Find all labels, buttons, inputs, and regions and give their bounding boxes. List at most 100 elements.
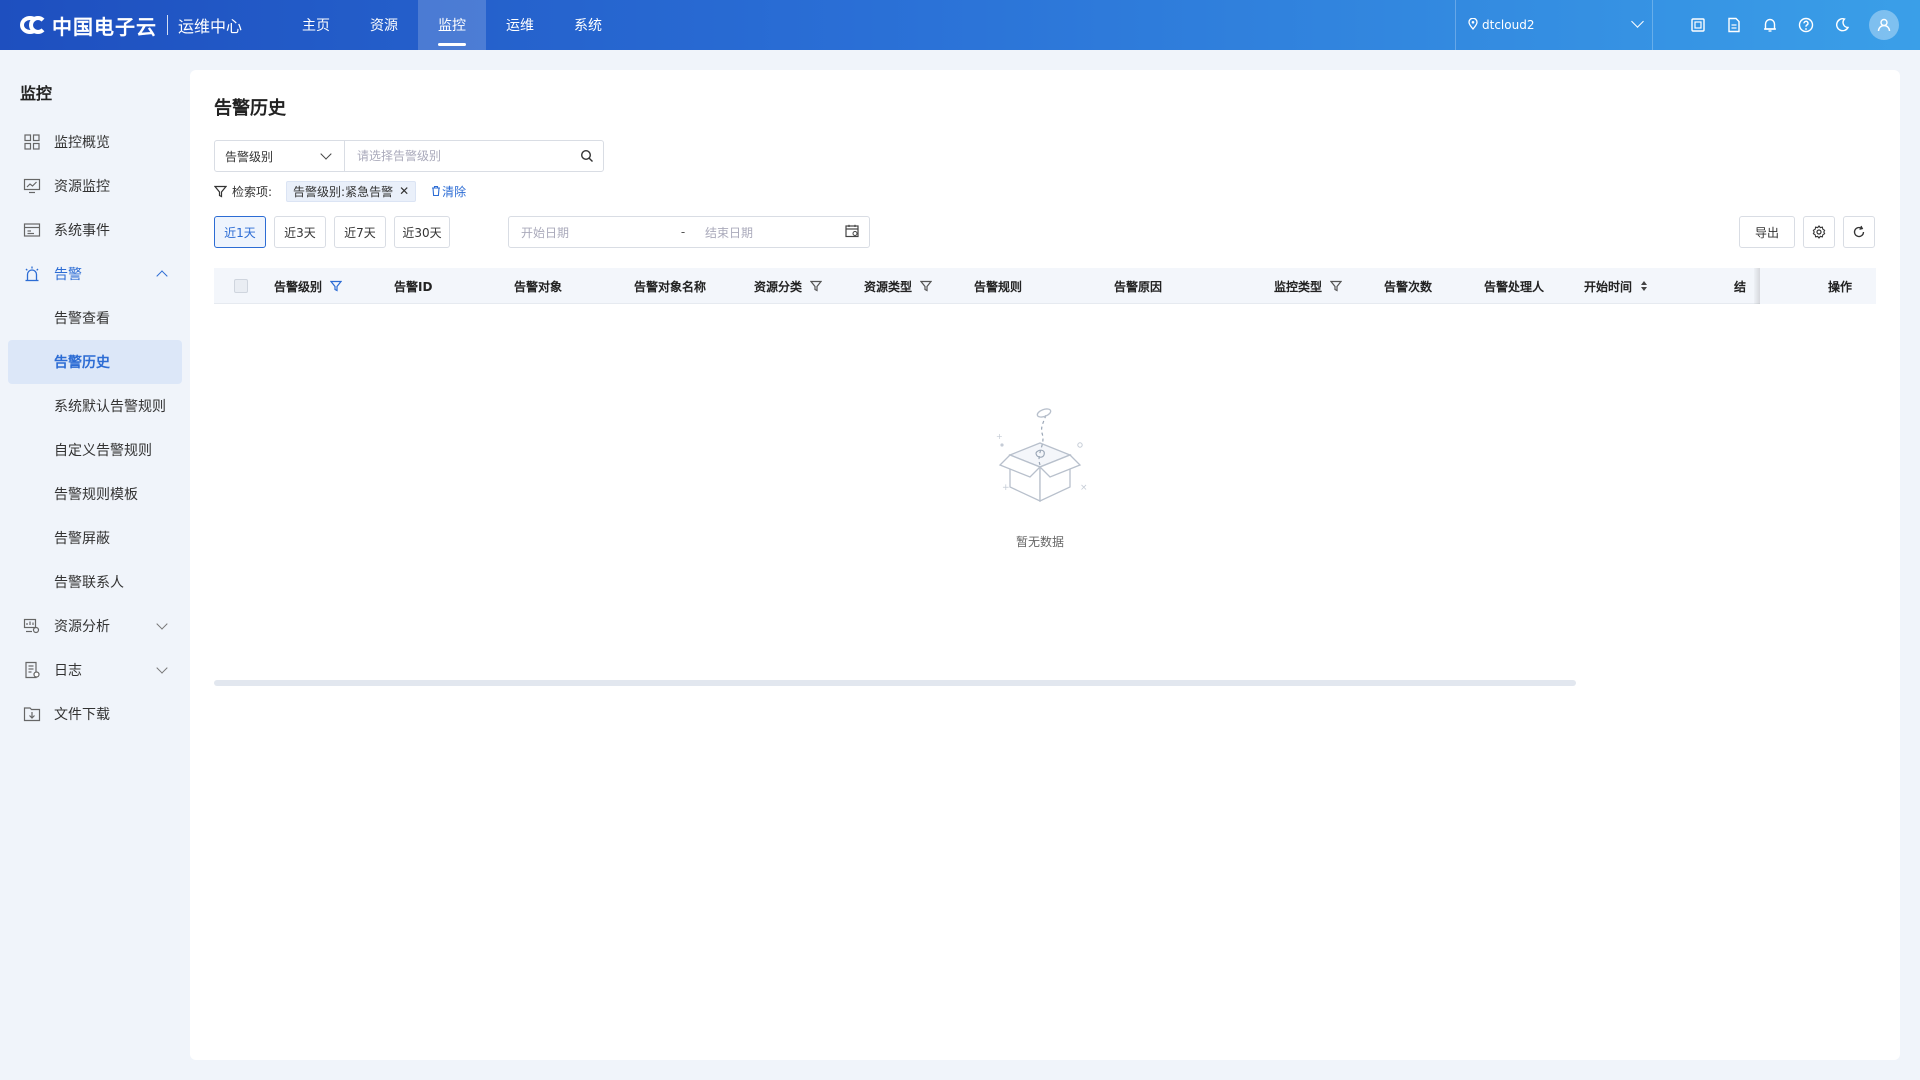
nav-monitor[interactable]: 监控 — [418, 0, 487, 50]
column-label: 资源分类 — [754, 279, 803, 294]
sidebar-item-label: 告警查看 — [54, 311, 110, 327]
bell-icon[interactable] — [1752, 0, 1788, 50]
svg-text:×: × — [1080, 483, 1088, 493]
brand-divider — [167, 15, 168, 35]
chevron-down-icon — [156, 662, 168, 674]
nav-home[interactable]: 主页 — [282, 0, 350, 50]
date-separator: - — [680, 225, 686, 239]
sidebar-item-label: 自定义告警规则 — [54, 443, 152, 459]
filter-icon[interactable] — [1330, 280, 1343, 292]
select-all-checkbox[interactable] — [234, 279, 248, 293]
empty-state-text: 暂无数据 — [1015, 535, 1064, 549]
svg-text:+: + — [1002, 483, 1010, 493]
help-icon[interactable] — [1788, 0, 1824, 50]
user-avatar[interactable] — [1869, 10, 1899, 40]
column-start-time[interactable]: 开始时间 — [1584, 268, 1648, 304]
sidebar-item-alarm[interactable]: 告警 — [8, 252, 182, 296]
sidebar-item-label: 告警屏蔽 — [54, 531, 110, 547]
event-icon — [22, 220, 42, 240]
chevron-down-icon — [320, 148, 332, 160]
close-icon[interactable]: ✕ — [399, 184, 409, 198]
export-button[interactable]: 导出 — [1739, 216, 1795, 248]
sidebar-item-resource-analysis[interactable]: 资源分析 — [8, 604, 182, 648]
screen-icon[interactable] — [1680, 0, 1716, 50]
nav-resources[interactable]: 资源 — [350, 0, 418, 50]
sidebar-item-default-alarm-rules[interactable]: 系统默认告警规则 — [8, 384, 182, 428]
region-selector[interactable]: dtcloud2 — [1455, 0, 1653, 50]
nav-operations[interactable]: 运维 — [486, 0, 554, 50]
sidebar-item-alarm-rule-templates[interactable]: 告警规则模板 — [8, 472, 182, 516]
user-icon — [1877, 18, 1891, 32]
sidebar-item-custom-alarm-rules[interactable]: 自定义告警规则 — [8, 428, 182, 472]
moon-icon[interactable] — [1824, 0, 1860, 50]
empty-box-icon: + + × — [996, 408, 1088, 503]
column-alarm-object: 告警对象 — [514, 268, 562, 304]
region-name: dtcloud2 — [1482, 18, 1535, 32]
start-date-input[interactable]: 开始日期 — [521, 224, 671, 241]
sort-icon[interactable] — [1640, 280, 1648, 292]
column-monitor-type[interactable]: 监控类型 — [1274, 268, 1343, 304]
filter-field-value: 告警级别 — [225, 149, 274, 164]
sidebar-item-logs[interactable]: 日志 — [8, 648, 182, 692]
column-label: 告警次数 — [1384, 279, 1433, 294]
top-nav: 主页 资源 监控 运维 系统 — [282, 0, 622, 50]
sidebar-item-label: 监控概览 — [54, 135, 110, 151]
sidebar-item-label: 日志 — [54, 663, 82, 679]
sidebar-item-label: 告警规则模板 — [54, 487, 138, 503]
sidebar-item-alarm-contacts[interactable]: 告警联系人 — [8, 560, 182, 604]
refresh-button[interactable] — [1843, 216, 1875, 248]
download-icon — [22, 704, 42, 724]
table-header: 告警级别 告警ID 告警对象 告警对象名称 资源分类 资源类型 告警规则 告警原… — [214, 268, 1876, 304]
trash-icon — [432, 185, 441, 197]
settings-button[interactable] — [1803, 216, 1835, 248]
range-3-days-button[interactable]: 近3天 — [274, 216, 326, 248]
sidebar-item-file-download[interactable]: 文件下载 — [8, 692, 182, 736]
brand-logo[interactable]: 中国电子云 运维中心 — [0, 0, 242, 50]
sidebar-item-alarm-history[interactable]: 告警历史 — [8, 340, 182, 384]
date-range-picker[interactable]: 开始日期 - 结束日期 — [508, 216, 870, 248]
brand-name: 中国电子云 — [52, 14, 157, 39]
column-label: 告警对象名称 — [634, 279, 707, 294]
column-label: 告警对象 — [514, 279, 563, 294]
column-label: 监控类型 — [1274, 279, 1323, 294]
filter-icon[interactable] — [330, 280, 343, 292]
sidebar-item-label: 文件下载 — [54, 707, 110, 723]
sidebar-item-alarm-shield[interactable]: 告警屏蔽 — [8, 516, 182, 560]
column-resource-category[interactable]: 资源分类 — [754, 268, 823, 304]
criteria-tag: 告警级别:紧急告警 ✕ — [286, 180, 417, 202]
range-30-days-button[interactable]: 近30天 — [394, 216, 450, 248]
column-alarm-handler: 告警处理人 — [1484, 268, 1544, 304]
filter-field-select[interactable]: 告警级别 — [215, 141, 345, 171]
chevron-up-icon — [156, 270, 168, 282]
sidebar-item-alarm-view[interactable]: 告警查看 — [8, 296, 182, 340]
gear-icon — [1812, 225, 1826, 239]
range-7-days-button[interactable]: 近7天 — [334, 216, 386, 248]
column-label: 资源类型 — [864, 279, 913, 294]
clear-label: 清除 — [442, 184, 467, 199]
log-icon — [22, 660, 42, 680]
sidebar-item-monitor-overview[interactable]: 监控概览 — [8, 120, 182, 164]
filter-icon — [214, 185, 227, 198]
column-alarm-level[interactable]: 告警级别 — [274, 268, 343, 304]
monitor-chart-icon — [22, 176, 42, 196]
sidebar-item-label: 资源监控 — [54, 179, 110, 195]
top-bar: 中国电子云 运维中心 主页 资源 监控 运维 系统 dtcloud2 — [0, 0, 1920, 50]
column-actions: 操作 — [1828, 268, 1852, 304]
end-date-input[interactable]: 结束日期 — [705, 224, 845, 241]
document-icon[interactable] — [1716, 0, 1752, 50]
nav-system[interactable]: 系统 — [554, 0, 622, 50]
search-icon[interactable] — [571, 141, 603, 171]
filter-icon[interactable] — [920, 280, 933, 292]
filter-icon[interactable] — [810, 280, 823, 292]
filter-value-input[interactable] — [345, 141, 571, 171]
horizontal-scrollbar[interactable] — [214, 680, 1576, 686]
criteria-tag-text: 告警级别:紧急告警 — [293, 184, 394, 199]
criteria-label: 检索项: — [232, 184, 273, 199]
location-pin-icon — [1468, 17, 1478, 33]
search-criteria: 检索项: 告警级别:紧急告警 ✕ 清除 — [214, 180, 466, 202]
sidebar-item-system-events[interactable]: 系统事件 — [8, 208, 182, 252]
column-resource-type[interactable]: 资源类型 — [864, 268, 933, 304]
sidebar-item-resource-monitor[interactable]: 资源监控 — [8, 164, 182, 208]
clear-criteria-button[interactable]: 清除 — [430, 183, 466, 200]
range-1-day-button[interactable]: 近1天 — [214, 216, 266, 248]
